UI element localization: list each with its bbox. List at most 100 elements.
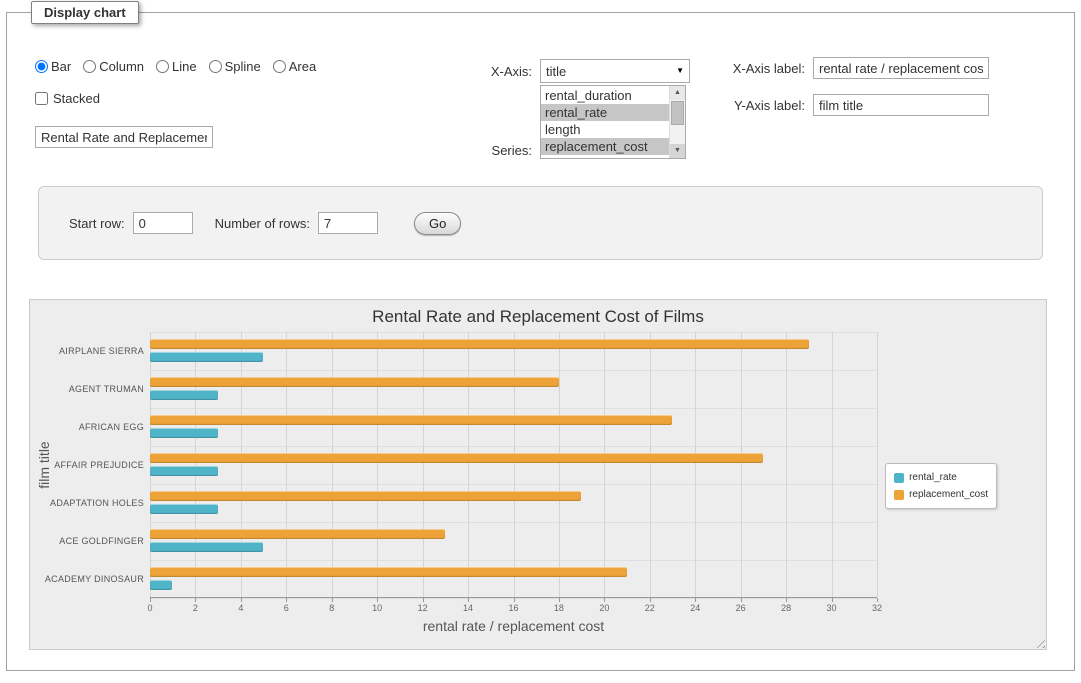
x-tick-label: 24: [690, 603, 700, 613]
gridline: [695, 332, 696, 597]
chart-type-option-line[interactable]: Line: [156, 59, 197, 74]
x-tick-label: 18: [554, 603, 564, 613]
bar-rental_rate: [150, 580, 172, 590]
category-label: ACADEMY DINOSAUR: [30, 560, 144, 598]
bar-replacement_cost: [150, 529, 445, 539]
chart-type-label: Line: [172, 59, 197, 74]
x-tick-mark: [695, 598, 696, 602]
x-tick-mark: [832, 598, 833, 602]
chart-type-option-column[interactable]: Column: [83, 59, 144, 74]
category-label: ADAPTATION HOLES: [30, 484, 144, 522]
panel-legend: Display chart: [31, 1, 139, 24]
x-tick-mark: [241, 598, 242, 602]
bar-rental_rate: [150, 352, 263, 362]
chart-type-radio-area[interactable]: [273, 60, 286, 73]
x-axis-select-wrap: title ▼: [540, 59, 690, 83]
chart-title-input[interactable]: [35, 126, 213, 148]
series-listbox[interactable]: rental_durationrental_ratelengthreplacem…: [540, 85, 686, 159]
scrollbar-thumb[interactable]: [671, 101, 684, 125]
gridline: [332, 332, 333, 597]
legend-item-rental_rate[interactable]: rental_rate: [894, 469, 988, 486]
chart-container: Rental Rate and Replacement Cost of Film…: [29, 299, 1047, 650]
x-axis-select-label: X-Axis:: [462, 64, 532, 79]
bar-rental_rate: [150, 542, 263, 552]
series-option-rental_duration[interactable]: rental_duration: [541, 87, 669, 104]
x-tick-mark: [559, 598, 560, 602]
x-axis-title: rental rate / replacement cost: [150, 618, 877, 634]
bar-replacement_cost: [150, 567, 627, 577]
x-tick-mark: [468, 598, 469, 602]
legend-item-replacement_cost[interactable]: replacement_cost: [894, 486, 988, 503]
start-row-input[interactable]: [133, 212, 193, 234]
y-axis-label-input[interactable]: [813, 94, 989, 116]
category-label: AIRPLANE SIERRA: [30, 332, 144, 370]
x-tick-label: 6: [284, 603, 289, 613]
x-axis-tick-labels: 02468101214161820222426283032: [150, 601, 877, 613]
gridline: [377, 332, 378, 597]
chart-type-radio-bar[interactable]: [35, 60, 48, 73]
stacked-checkbox[interactable]: [35, 92, 48, 105]
bar-replacement_cost: [150, 377, 559, 387]
x-tick-label: 28: [781, 603, 791, 613]
go-button[interactable]: Go: [414, 212, 461, 235]
legend-swatch-icon: [894, 473, 904, 483]
x-tick-mark: [150, 598, 151, 602]
legend-label: replacement_cost: [909, 486, 988, 503]
chart-type-radio-spline[interactable]: [209, 60, 222, 73]
gridline: [786, 332, 787, 597]
gridline: [877, 332, 878, 597]
x-tick-mark: [650, 598, 651, 602]
chart-legend: rental_ratereplacement_cost: [885, 463, 997, 509]
x-tick-label: 14: [463, 603, 473, 613]
x-tick-mark: [332, 598, 333, 602]
row-controls-panel: Start row: Number of rows: Go: [38, 186, 1043, 260]
x-tick-label: 16: [508, 603, 518, 613]
x-tick-mark: [377, 598, 378, 602]
chart-type-label: Spline: [225, 59, 261, 74]
chart-title: Rental Rate and Replacement Cost of Film…: [30, 307, 1046, 327]
gridline: [604, 332, 605, 597]
y-axis-label-label: Y-Axis label:: [707, 98, 805, 113]
resize-handle-icon[interactable]: [1033, 636, 1045, 648]
plot-area: [150, 332, 877, 598]
bar-rental_rate: [150, 504, 218, 514]
x-tick-label: 26: [736, 603, 746, 613]
category-label: AGENT TRUMAN: [30, 370, 144, 408]
x-tick-mark: [604, 598, 605, 602]
scroll-up-icon[interactable]: ▲: [670, 86, 685, 100]
x-axis-label-label: X-Axis label:: [707, 61, 805, 76]
x-tick-mark: [786, 598, 787, 602]
series-option-rental_rate[interactable]: rental_rate: [541, 104, 669, 121]
chart-type-radio-column[interactable]: [83, 60, 96, 73]
series-option-length[interactable]: length: [541, 121, 669, 138]
chart-type-radio-group: Bar Column Line Spline Area: [35, 59, 316, 74]
series-option-replacement_cost[interactable]: replacement_cost: [541, 138, 669, 155]
category-label: AFRICAN EGG: [30, 408, 144, 446]
gridline: [286, 332, 287, 597]
series-listbox-scrollbar[interactable]: ▲ ▼: [669, 86, 685, 158]
gridline: [241, 332, 242, 597]
gridline: [150, 332, 151, 597]
chart-type-option-bar[interactable]: Bar: [35, 59, 71, 74]
x-tick-label: 12: [418, 603, 428, 613]
x-axis-label-input[interactable]: [813, 57, 989, 79]
x-tick-label: 22: [645, 603, 655, 613]
scroll-down-icon[interactable]: ▼: [670, 144, 685, 158]
category-axis-labels: AIRPLANE SIERRAAGENT TRUMANAFRICAN EGGAF…: [30, 332, 144, 598]
chart-type-option-area[interactable]: Area: [273, 59, 316, 74]
number-of-rows-input[interactable]: [318, 212, 378, 234]
chart-type-radio-line[interactable]: [156, 60, 169, 73]
x-tick-label: 0: [147, 603, 152, 613]
x-tick-label: 8: [329, 603, 334, 613]
stacked-row: Stacked: [35, 91, 100, 106]
bar-rental_rate: [150, 428, 218, 438]
bar-rental_rate: [150, 466, 218, 476]
chart-type-option-spline[interactable]: Spline: [209, 59, 261, 74]
x-tick-mark: [423, 598, 424, 602]
x-tick-label: 10: [372, 603, 382, 613]
gridline: [423, 332, 424, 597]
gridline: [195, 332, 196, 597]
x-axis-select[interactable]: title: [540, 59, 690, 83]
x-tick-label: 4: [238, 603, 243, 613]
stacked-label: Stacked: [53, 91, 100, 106]
